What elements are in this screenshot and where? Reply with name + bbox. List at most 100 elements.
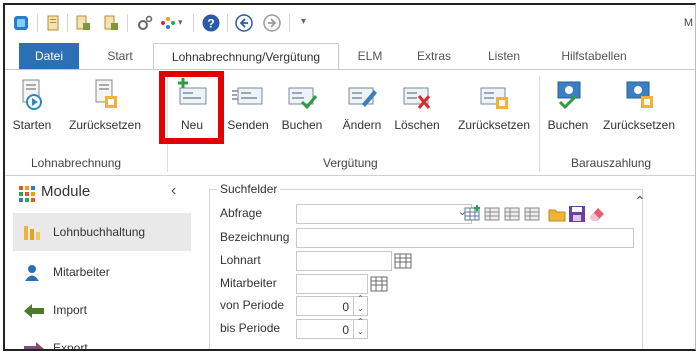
- down-arrow-icon[interactable]: ⌄: [357, 304, 364, 313]
- forward-arrow-icon[interactable]: [263, 14, 281, 32]
- cash-reset-icon: [626, 81, 653, 108]
- bis-periode-spinner[interactable]: ⌃ ⌄: [353, 317, 367, 339]
- loeschen-label: Löschen: [394, 118, 440, 132]
- table-edit-icon[interactable]: [504, 205, 522, 223]
- sidebar-item-lohnbuchhaltung[interactable]: Lohnbuchhaltung: [13, 213, 191, 251]
- buchen-button[interactable]: Buchen: [277, 74, 327, 138]
- tab-datei[interactable]: Datei: [19, 43, 79, 69]
- search-panel: ⌃ Abfrage ⌄ Bezeichnung Lohnart Mitarbei…: [195, 177, 695, 349]
- settings-gear-icon[interactable]: [137, 15, 153, 31]
- abfrage-select[interactable]: ⌄: [296, 204, 472, 224]
- collapse-caret-icon[interactable]: ⌃: [634, 193, 646, 210]
- app-logo-icon[interactable]: [13, 15, 29, 31]
- reset-barauszahlung-label: Zurücksetzen: [602, 118, 676, 132]
- sidebar-item-label: Mitarbeiter: [53, 265, 110, 279]
- cash-book-icon: [557, 81, 581, 110]
- payroll-ledger-icon: [24, 226, 40, 240]
- mitarbeiter-input[interactable]: [296, 274, 368, 294]
- reset-entry-icon: [480, 87, 508, 109]
- toolbar-separator: [67, 14, 68, 32]
- tab-lohnabrechnung[interactable]: Lohnabrechnung/Vergütung: [153, 43, 339, 70]
- sidebar-item-mitarbeiter[interactable]: Mitarbeiter: [13, 253, 191, 291]
- toolbar-separator: [289, 14, 290, 32]
- ribbon-panel: Starten Zurücksetzen Neu Senden Buchen Ä…: [5, 69, 695, 176]
- up-arrow-icon[interactable]: ⌃: [357, 294, 364, 303]
- senden-label: Senden: [227, 118, 269, 132]
- ribbon-tabs: Datei Start Lohnabrechnung/Vergütung ELM…: [5, 43, 695, 70]
- document-icon[interactable]: [45, 15, 61, 31]
- toolbar-separator: [127, 14, 128, 32]
- table-add-icon[interactable]: [464, 205, 482, 223]
- employee-icon: [25, 265, 39, 281]
- reset-payroll-button[interactable]: Zurücksetzen: [57, 74, 153, 138]
- send-icon: [232, 87, 263, 105]
- open-folder-icon[interactable]: [548, 205, 566, 223]
- down-arrow-icon[interactable]: ⌄: [357, 327, 364, 336]
- app-window: ▾ ? ▾ M Datei Start Lohnabrechnung/Vergü…: [3, 3, 696, 351]
- edit-icon: [348, 87, 377, 107]
- mitarbeiter-label: Mitarbeiter: [220, 276, 277, 290]
- sidebar-item-import[interactable]: Import: [13, 291, 191, 329]
- search-legend: Suchfelder: [217, 182, 281, 196]
- import-arrow-icon: [24, 304, 44, 318]
- starten-label: Starten: [12, 118, 52, 132]
- group-label-verguetung: Vergütung: [323, 156, 378, 170]
- loeschen-button[interactable]: Löschen: [391, 74, 443, 138]
- reset-document-icon: [95, 79, 117, 108]
- lookup-table-icon[interactable]: [370, 275, 388, 293]
- sidebar-item-label: Import: [53, 303, 88, 317]
- reset-barauszahlung-button[interactable]: Zurücksetzen: [597, 74, 681, 138]
- tab-listen[interactable]: Listen: [481, 43, 527, 69]
- document-export-icon[interactable]: [75, 15, 91, 31]
- reset-payroll-label: Zurücksetzen: [68, 118, 142, 132]
- window-title-fragment: M: [683, 17, 693, 29]
- bis-periode-stepper[interactable]: 0 ⌃ ⌄: [296, 317, 368, 339]
- toolbar-separator: [37, 14, 38, 32]
- search-fieldset: ⌃ Abfrage ⌄ Bezeichnung Lohnart Mitarbei…: [209, 189, 646, 349]
- lookup-table-icon[interactable]: [394, 252, 412, 270]
- buchen-barauszahlung-button[interactable]: Buchen: [543, 74, 593, 138]
- help-icon[interactable]: ?: [202, 14, 220, 32]
- lohnart-label: Lohnart: [220, 253, 261, 267]
- bis-periode-value: 0: [342, 323, 349, 337]
- svg-text:?: ?: [207, 17, 214, 31]
- von-periode-spinner[interactable]: ⌃ ⌄: [353, 294, 367, 316]
- tab-hilfstabellen[interactable]: Hilfstabellen: [551, 43, 637, 69]
- sidebar-item-label: Export: [53, 341, 88, 351]
- buchen-label: Buchen: [281, 118, 323, 132]
- aendern-label: Ändern: [342, 118, 382, 132]
- back-arrow-icon[interactable]: [235, 14, 253, 32]
- group-separator: [539, 76, 540, 172]
- senden-button[interactable]: Senden: [225, 74, 271, 138]
- aendern-button[interactable]: Ändern: [339, 74, 385, 138]
- up-arrow-icon[interactable]: ⌃: [357, 317, 364, 326]
- reset-verguetung-button[interactable]: Zurücksetzen: [449, 74, 539, 138]
- delete-icon: [403, 87, 431, 109]
- toolbar-separator: [193, 14, 194, 32]
- bis-periode-label: bis Periode: [220, 321, 281, 335]
- table-copy-icon[interactable]: [484, 205, 502, 223]
- tab-extras[interactable]: Extras: [407, 43, 461, 69]
- book-entry-icon: [288, 87, 318, 110]
- starten-button[interactable]: Starten: [9, 74, 55, 138]
- export-arrow-icon: [24, 342, 44, 349]
- collapse-chevron-icon[interactable]: ‹: [171, 182, 176, 200]
- colorful-dots-icon[interactable]: [160, 15, 176, 31]
- eraser-icon[interactable]: [588, 205, 606, 223]
- von-periode-stepper[interactable]: 0 ⌃ ⌄: [296, 294, 368, 316]
- document-import-icon[interactable]: [103, 15, 119, 31]
- start-payroll-icon: [22, 79, 42, 110]
- lohnart-input[interactable]: [296, 251, 392, 271]
- bezeichnung-input[interactable]: [296, 228, 634, 248]
- chevron-down-icon[interactable]: ▾: [178, 17, 183, 28]
- customize-dropdown-icon[interactable]: ▾: [301, 16, 306, 27]
- quick-access-toolbar: ▾ ? ▾ M: [5, 5, 695, 43]
- toolbar-separator: [227, 14, 228, 32]
- save-disk-icon[interactable]: [568, 205, 586, 223]
- von-periode-label: von Periode: [220, 298, 285, 312]
- table-delete-icon[interactable]: [524, 205, 542, 223]
- tab-elm[interactable]: ELM: [350, 43, 390, 69]
- sidebar-item-export[interactable]: Export: [13, 329, 191, 351]
- tab-start[interactable]: Start: [95, 43, 145, 69]
- sidebar-header: Module: [41, 183, 91, 200]
